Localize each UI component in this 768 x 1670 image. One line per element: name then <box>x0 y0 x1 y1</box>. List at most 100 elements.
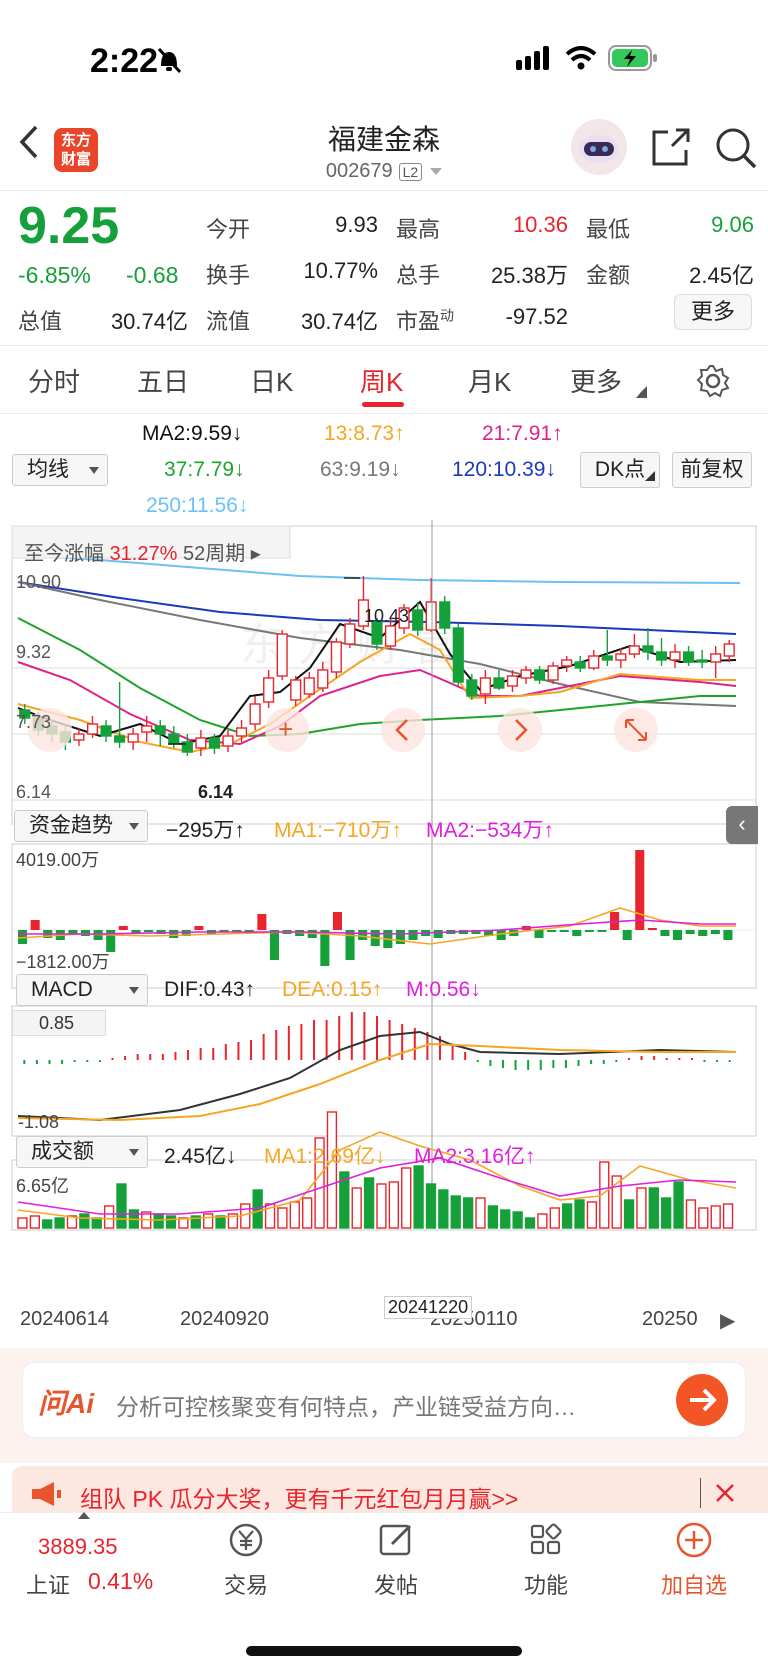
robot-avatar-icon[interactable] <box>570 118 628 176</box>
fund-flow-caret-icon <box>129 823 139 830</box>
chart-prev-button[interactable] <box>381 708 425 752</box>
tab-monthly[interactable]: 月K <box>468 362 511 399</box>
volume-bar <box>500 1209 511 1229</box>
volume-bar <box>103 1205 115 1229</box>
volume-bar <box>326 1111 338 1229</box>
volume-bar <box>487 1205 499 1229</box>
scroll-right-icon[interactable]: ▶ <box>720 1308 735 1333</box>
y-label-1: 9.32 <box>16 642 52 662</box>
macd-select-label: MACD <box>31 978 93 1001</box>
ma-select[interactable]: 均线 <box>12 454 108 486</box>
x-label-3: 20250 <box>642 1308 698 1330</box>
fund-flow-bar <box>660 930 670 936</box>
nav-post[interactable]: 发帖 <box>346 1568 446 1600</box>
total-cap-value: 30.74亿 <box>110 309 188 334</box>
volume-select-label: 成交额 <box>31 1140 94 1163</box>
nav-add-watch[interactable]: 加自选 <box>644 1568 744 1600</box>
volume-value: 25.38万 <box>490 263 568 288</box>
volume-bar <box>574 1199 585 1229</box>
volume-bar <box>685 1199 697 1229</box>
fund-flow-select[interactable]: 资金趋势 <box>14 810 148 842</box>
volume-bar <box>79 1213 90 1229</box>
close-icon[interactable] <box>714 1482 736 1504</box>
volume-bar <box>648 1187 659 1229</box>
volume-bar <box>698 1207 709 1229</box>
fund-flow-bar <box>332 912 342 930</box>
stock-code: 002679 <box>325 160 393 182</box>
macd-select[interactable]: MACD <box>16 974 148 1006</box>
fund-flow-bar <box>408 930 418 940</box>
pe-label-text: 市盈 <box>396 309 441 334</box>
candle-body <box>263 677 275 703</box>
tab-weekly[interactable]: 周K <box>360 362 403 399</box>
forward-adjust-button[interactable]: 前复权 <box>672 452 752 488</box>
fund-flow-bar <box>673 930 683 940</box>
search-icon[interactable] <box>714 126 758 170</box>
index-name[interactable]: 上证 <box>26 1568 70 1600</box>
x-label-1: 20240920 <box>180 1308 269 1330</box>
code-caret-icon <box>430 168 443 176</box>
fund-flow-bar <box>698 930 708 936</box>
macd-m: M:0.56↓ <box>406 978 481 1001</box>
volume-select[interactable]: 成交额 <box>16 1136 148 1168</box>
ma2-value: MA2:9.59↓ <box>142 422 243 445</box>
candle-body <box>425 601 437 631</box>
candle-body <box>466 679 478 697</box>
signal-icon <box>516 46 549 70</box>
fund-flow-value: −295万↑ <box>166 819 245 842</box>
dk-point-button[interactable]: DK点 <box>580 452 660 488</box>
candle-body <box>615 653 627 661</box>
volume-bar <box>376 1183 387 1229</box>
tab-more[interactable]: 更多 <box>570 362 622 399</box>
tab-daily[interactable]: 日K <box>250 362 293 399</box>
candle-body <box>479 677 491 695</box>
megaphone-icon <box>32 1482 61 1506</box>
turnover-value: 10.77% <box>303 258 378 283</box>
chart-next-button[interactable] <box>498 708 542 752</box>
tab-minute[interactable]: 分时 <box>28 362 80 399</box>
candle-body <box>290 679 302 701</box>
candle-body <box>533 669 546 681</box>
high-label: 最高 <box>396 217 441 242</box>
ma-select-label: 均线 <box>27 458 69 481</box>
kline-chart[interactable]: 东 方 财 富 + <box>0 520 768 1320</box>
bell-muted-icon <box>157 47 182 74</box>
tab-five-day[interactable]: 五日 <box>137 362 189 399</box>
settings-gear-icon[interactable] <box>696 364 730 398</box>
candle-body <box>154 725 166 735</box>
index-value[interactable]: 3889.35 <box>38 1534 118 1560</box>
fund-flow-bar <box>723 930 733 940</box>
volume-bar <box>462 1197 474 1229</box>
nav-function[interactable]: 功能 <box>496 1568 596 1600</box>
nav-trade[interactable]: 交易 <box>196 1568 296 1600</box>
dk-caret-icon <box>645 471 655 481</box>
volume-bar <box>636 1187 647 1229</box>
index-up-caret-icon <box>78 1512 90 1519</box>
ma63-value: 63:9.19↓ <box>320 458 401 481</box>
tab-active-indicator <box>362 402 404 407</box>
candle-body <box>561 659 573 667</box>
pe-label-sup: 动 <box>440 307 455 324</box>
ai-send-button[interactable] <box>676 1374 728 1426</box>
volume-bar <box>413 1165 424 1229</box>
volume-bar <box>673 1181 684 1229</box>
range-label: 至今涨幅 <box>24 543 104 565</box>
fund-flow-bar <box>534 930 544 938</box>
more-quote-button[interactable]: 更多 <box>674 294 752 330</box>
fund-flow-bar <box>194 926 204 930</box>
open-label: 今开 <box>206 217 251 242</box>
fund-flow-bar <box>559 930 569 932</box>
fund-flow-bar <box>143 930 154 932</box>
volume-bar <box>153 1213 164 1229</box>
index-pct[interactable]: 0.41% <box>88 1568 153 1595</box>
y-label-0: 10.90 <box>16 572 62 592</box>
fund-flow-bar <box>433 930 443 938</box>
status-time: 2:22 <box>90 42 159 80</box>
fund-flow-bar <box>710 930 720 934</box>
candle-body <box>655 651 668 661</box>
share-icon[interactable] <box>650 126 692 168</box>
macd-top-label: 0.85 <box>12 1010 106 1036</box>
fund-flow-bar <box>395 930 405 944</box>
collapse-panel-button[interactable]: ‹ <box>726 806 758 844</box>
volume-bar <box>17 1217 28 1229</box>
